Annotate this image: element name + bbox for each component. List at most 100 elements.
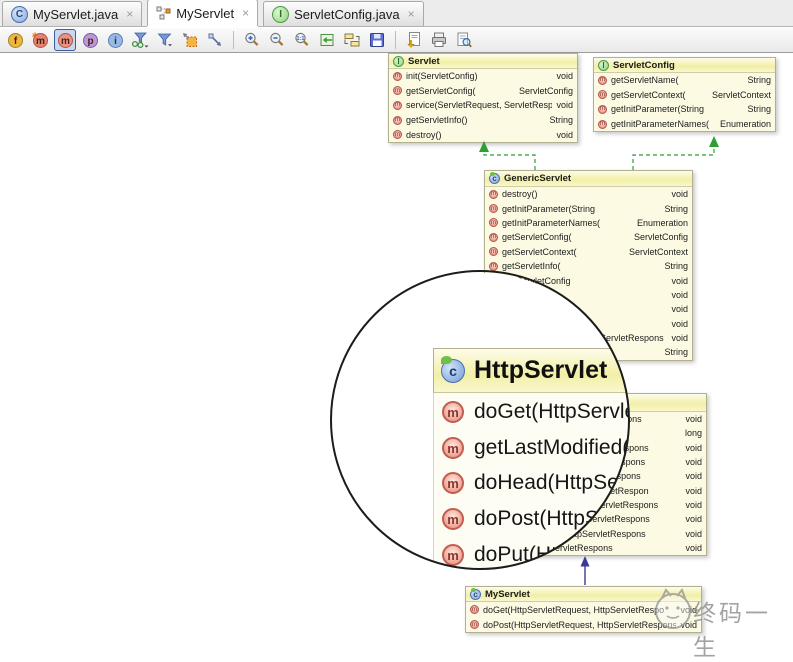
method-signature: getServletContext( <box>502 246 577 257</box>
method-icon: m <box>442 401 464 423</box>
method-icon: m <box>470 620 479 629</box>
tab-servletconfig-java[interactable]: I ServletConfig.java × <box>263 1 424 26</box>
zoom-out-button[interactable] <box>266 29 288 51</box>
class-header[interactable]: I ServletConfig <box>594 58 775 73</box>
class-box-servlet[interactable]: I Servlet m init(ServletConfig) void m getServ… <box>388 53 578 143</box>
zoom-in-icon <box>245 32 259 46</box>
method-icon: m <box>489 261 498 271</box>
tab-myservlet-diagram[interactable]: MyServlet × <box>147 0 259 26</box>
show-fields-icon: f <box>8 33 23 48</box>
show-inner-classes-button[interactable]: i <box>104 29 126 51</box>
method-signature: destroy() <box>502 189 538 200</box>
method-return-type: String <box>664 203 688 214</box>
magnify-selection-button[interactable] <box>179 29 201 51</box>
svg-text:p: p <box>87 36 93 47</box>
toolbar-separator <box>395 31 396 49</box>
method-row[interactable]: m destroy() void <box>389 127 577 142</box>
class-icon: c <box>441 355 465 383</box>
show-properties-button[interactable]: p <box>79 29 101 51</box>
method-return-type: void <box>671 318 688 329</box>
method-signature: doGet(HttpServletRequest, HttpServletRes… <box>483 604 665 615</box>
lens-method-row: mdoPost(HttpServletR <box>442 504 629 534</box>
show-inner-classes-icon: i <box>108 33 123 48</box>
method-return-type: ServletConfig <box>633 232 688 243</box>
class-box-servletconfig[interactable]: I ServletConfig m getServletName(String m get… <box>593 57 776 133</box>
method-signature: destroy() <box>406 129 442 140</box>
show-methods-button[interactable]: m <box>54 29 76 51</box>
svg-text:1:1: 1:1 <box>297 36 305 42</box>
close-icon[interactable]: × <box>408 7 415 21</box>
fit-content-button[interactable] <box>316 29 338 51</box>
layout-icon <box>344 33 360 47</box>
edit-filters-button[interactable] <box>129 29 151 51</box>
method-return-type: void <box>671 189 688 200</box>
method-icon: m <box>489 204 498 214</box>
close-icon[interactable]: × <box>126 7 133 21</box>
marquee-icon <box>183 33 197 47</box>
diagonal-arrow-icon <box>208 33 221 46</box>
toolbar-separator <box>233 31 234 49</box>
tab-myservlet-java[interactable]: C MyServlet.java × <box>2 1 143 26</box>
method-signature: getServletContext( <box>611 89 686 100</box>
method-row[interactable]: m getServletName(String <box>594 73 775 88</box>
realization-edge-genericservlet-servlet[interactable] <box>483 152 536 170</box>
method-signature: getInitParameter(String <box>611 104 705 115</box>
method-row[interactable]: m destroy() void <box>485 187 692 201</box>
method-row[interactable]: m service(ServletRequest, ServletResponsv… <box>389 98 577 113</box>
funnel-icon <box>157 33 172 47</box>
method-row[interactable]: m getServletConfig(ServletConfig <box>485 230 692 244</box>
zoom-in-button[interactable] <box>241 29 263 51</box>
lens-method-row: mdoGet(HttpServletRequ <box>442 397 629 427</box>
method-row[interactable]: m getInitParameterNames(Enumeration <box>485 216 692 230</box>
method-icon: m <box>442 508 464 530</box>
method-row[interactable]: m getInitParameter(String String <box>485 201 692 215</box>
watermark-logo <box>655 588 691 629</box>
method-return-type: void <box>685 542 702 553</box>
apply-current-layout-button[interactable] <box>341 29 363 51</box>
method-return-type: ServletConfig <box>518 85 573 96</box>
save-diagram-button[interactable] <box>366 29 388 51</box>
show-constructors-button[interactable]: m <box>29 29 51 51</box>
method-row[interactable]: m getServletContext(ServletContext <box>485 245 692 259</box>
method-icon: m <box>489 189 498 199</box>
method-return-type: long <box>684 428 702 439</box>
method-row[interactable]: m init(ServletConfig) void <box>389 69 577 84</box>
tab-label: MyServlet <box>176 5 235 21</box>
method-row[interactable]: m getServletInfo() String <box>389 113 577 128</box>
magnifier-lens: c HttpServlet mdoGet(HttpServletRequ mge… <box>333 273 629 569</box>
scale-diagram-button[interactable] <box>204 29 226 51</box>
actual-size-button[interactable]: 1:1 <box>291 29 313 51</box>
method-row[interactable]: m getInitParameter(String String <box>594 102 775 117</box>
lens-class-header: c HttpServlet <box>433 348 629 393</box>
method-icon: m <box>489 232 498 242</box>
svg-text:m: m <box>61 36 70 47</box>
method-row[interactable]: m getInitParameterNames(Enumeration <box>594 117 775 132</box>
preview-diagram-button[interactable] <box>453 29 475 51</box>
method-signature: getServletName( <box>611 75 679 86</box>
editor-tab-bar: C MyServlet.java × MyServlet × I Servlet… <box>0 0 793 27</box>
method-signature: getInitParameterNames( <box>502 217 601 228</box>
method-signature: getServletInfo() <box>406 115 468 126</box>
method-row[interactable]: m getServletInfo(String <box>485 259 692 273</box>
method-return-type: void <box>685 457 702 468</box>
interface-icon: I <box>393 55 404 67</box>
diagram-icon <box>156 6 171 21</box>
close-icon[interactable]: × <box>242 6 249 20</box>
method-icon: m <box>470 605 479 614</box>
method-row[interactable]: m getServletContext(ServletContext <box>594 88 775 103</box>
export-diagram-button[interactable] <box>403 29 425 51</box>
class-header[interactable]: c GenericServlet <box>485 171 692 187</box>
class-header[interactable]: I Servlet <box>389 54 577 69</box>
method-return-type: ServletContext <box>711 89 771 100</box>
show-properties-icon: p <box>83 33 98 48</box>
visibility-filter-button[interactable] <box>154 29 176 51</box>
method-return-type: ServletContext <box>628 246 688 257</box>
realization-edge-genericservlet-servletconfig[interactable] <box>632 147 715 170</box>
method-icon: m <box>598 75 607 85</box>
method-signature: getServletInfo( <box>502 261 561 272</box>
show-methods-icon: m <box>58 33 73 48</box>
method-row[interactable]: m getServletConfig(ServletConfig <box>389 84 577 99</box>
print-diagram-button[interactable] <box>428 29 450 51</box>
method-icon: m <box>393 100 402 110</box>
show-fields-button[interactable]: f <box>4 29 26 51</box>
